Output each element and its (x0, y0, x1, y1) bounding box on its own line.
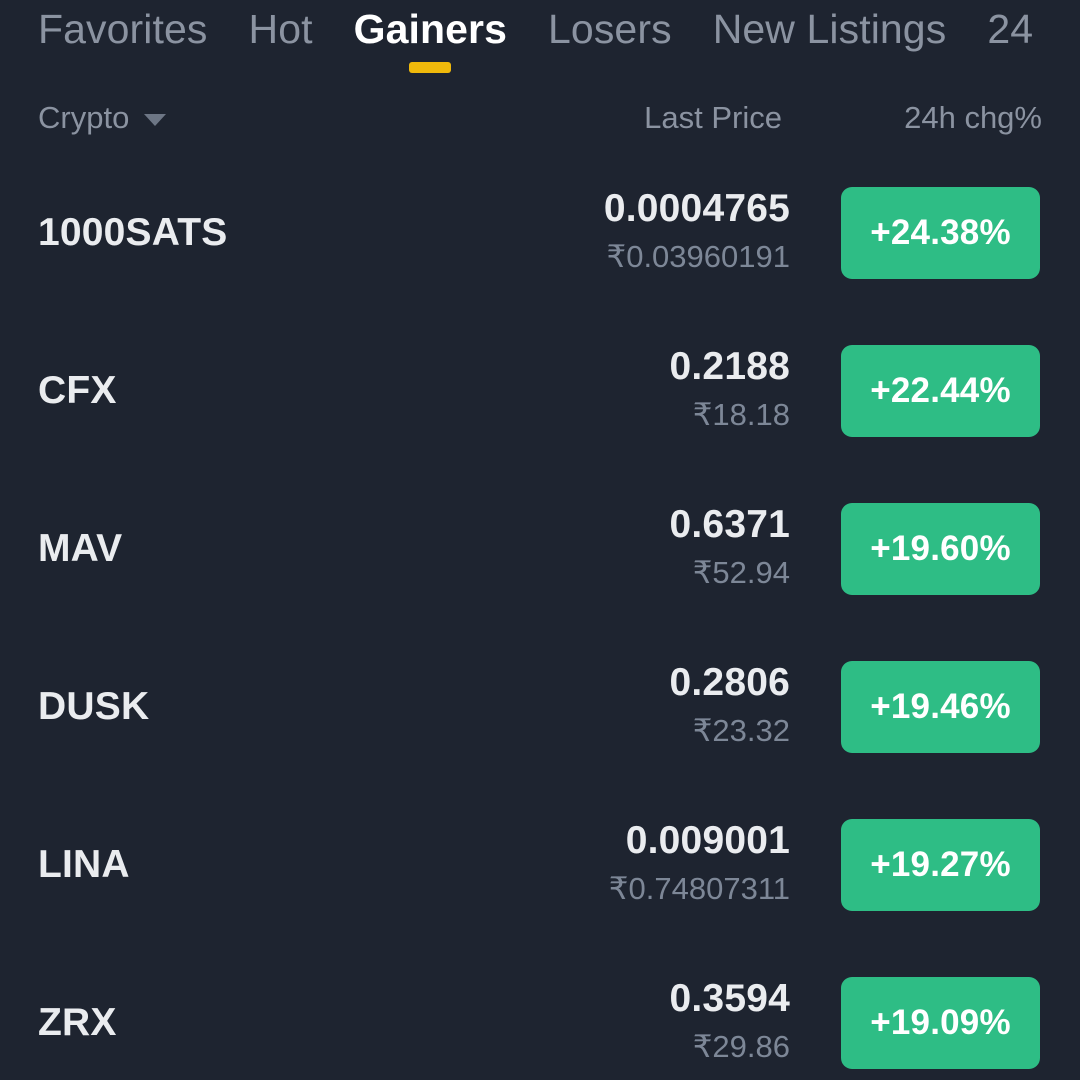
column-header-row: Crypto Last Price 24h chg% (0, 88, 1080, 154)
row-fiat-price: ₹52.94 (692, 555, 790, 591)
tab-24[interactable]: 24 (987, 0, 1033, 50)
tab-label: Losers (548, 6, 672, 52)
row-last-price: 0.3594 (669, 977, 790, 1021)
row-change-badge[interactable]: +22.44% (841, 345, 1040, 437)
table-row[interactable]: DUSK 0.2806 ₹23.32 +19.46% (0, 628, 1080, 786)
table-row[interactable]: 1000SATS 0.0004765 ₹0.03960191 +24.38% (0, 154, 1080, 312)
row-symbol: ZRX (38, 1001, 117, 1044)
market-rows: 1000SATS 0.0004765 ₹0.03960191 +24.38% CFX 0.… (0, 154, 1080, 1080)
row-symbol: CFX (38, 369, 117, 412)
tab-hot[interactable]: Hot (249, 0, 313, 50)
row-fiat-price: ₹0.03960191 (606, 239, 790, 275)
column-header-last-price[interactable]: Last Price (644, 100, 782, 136)
row-price-group: 0.0004765 ₹0.03960191 (603, 187, 790, 278)
tab-label: Gainers (353, 6, 508, 52)
row-symbol: 1000SATS (38, 211, 228, 254)
row-last-price: 0.009001 (625, 819, 790, 863)
column-header-crypto-label: Crypto (38, 100, 130, 135)
tab-label: New Listings (712, 6, 947, 52)
row-fiat-price: ₹18.18 (692, 397, 790, 433)
table-row[interactable]: MAV 0.6371 ₹52.94 +19.60% (0, 470, 1080, 628)
caret-down-icon (144, 114, 167, 126)
tab-label: 24 (987, 6, 1034, 52)
table-row[interactable]: ZRX 0.3594 ₹29.86 +19.09% (0, 944, 1080, 1080)
row-price-group: 0.2188 ₹18.18 (669, 345, 791, 436)
row-last-price: 0.2806 (669, 661, 790, 705)
market-list-screen: Favorites Hot Gainers Losers New Listings 24 … (0, 0, 1080, 1080)
row-symbol: MAV (38, 527, 123, 570)
row-symbol: DUSK (38, 685, 150, 728)
row-last-price: 0.0004765 (603, 187, 790, 231)
row-change-badge[interactable]: +24.38% (841, 187, 1040, 279)
tab-label: Hot (248, 6, 313, 52)
row-fiat-price: ₹23.32 (692, 713, 790, 749)
row-last-price: 0.6371 (669, 503, 790, 547)
table-row[interactable]: CFX 0.2188 ₹18.18 +22.44% (0, 312, 1080, 470)
row-change-badge[interactable]: +19.27% (841, 819, 1040, 911)
column-header-change[interactable]: 24h chg% (904, 100, 1042, 136)
row-price-group: 0.2806 ₹23.32 (669, 661, 791, 752)
row-change-badge[interactable]: +19.09% (841, 977, 1040, 1069)
row-change-badge[interactable]: +19.60% (841, 503, 1040, 595)
row-change-badge[interactable]: +19.46% (841, 661, 1040, 753)
column-header-crypto[interactable]: Crypto (38, 100, 167, 136)
row-fiat-price: ₹0.74807311 (608, 871, 790, 907)
tab-favorites[interactable]: Favorites (38, 0, 208, 50)
row-price-group: 0.6371 ₹52.94 (669, 503, 791, 594)
table-row[interactable]: LINA 0.009001 ₹0.74807311 +19.27% (0, 786, 1080, 944)
row-fiat-price: ₹29.86 (692, 1029, 790, 1065)
tab-new-listings[interactable]: New Listings (713, 0, 947, 50)
row-last-price: 0.2188 (669, 345, 790, 389)
tab-losers[interactable]: Losers (548, 0, 672, 50)
tab-gainers[interactable]: Gainers (353, 0, 508, 73)
tab-active-indicator (409, 62, 452, 73)
market-category-tabs: Favorites Hot Gainers Losers New Listings 24 (0, 0, 1080, 88)
row-price-group: 0.009001 ₹0.74807311 (608, 819, 790, 910)
tab-label: Favorites (38, 6, 208, 52)
row-price-group: 0.3594 ₹29.86 (669, 977, 791, 1068)
row-symbol: LINA (38, 843, 130, 886)
